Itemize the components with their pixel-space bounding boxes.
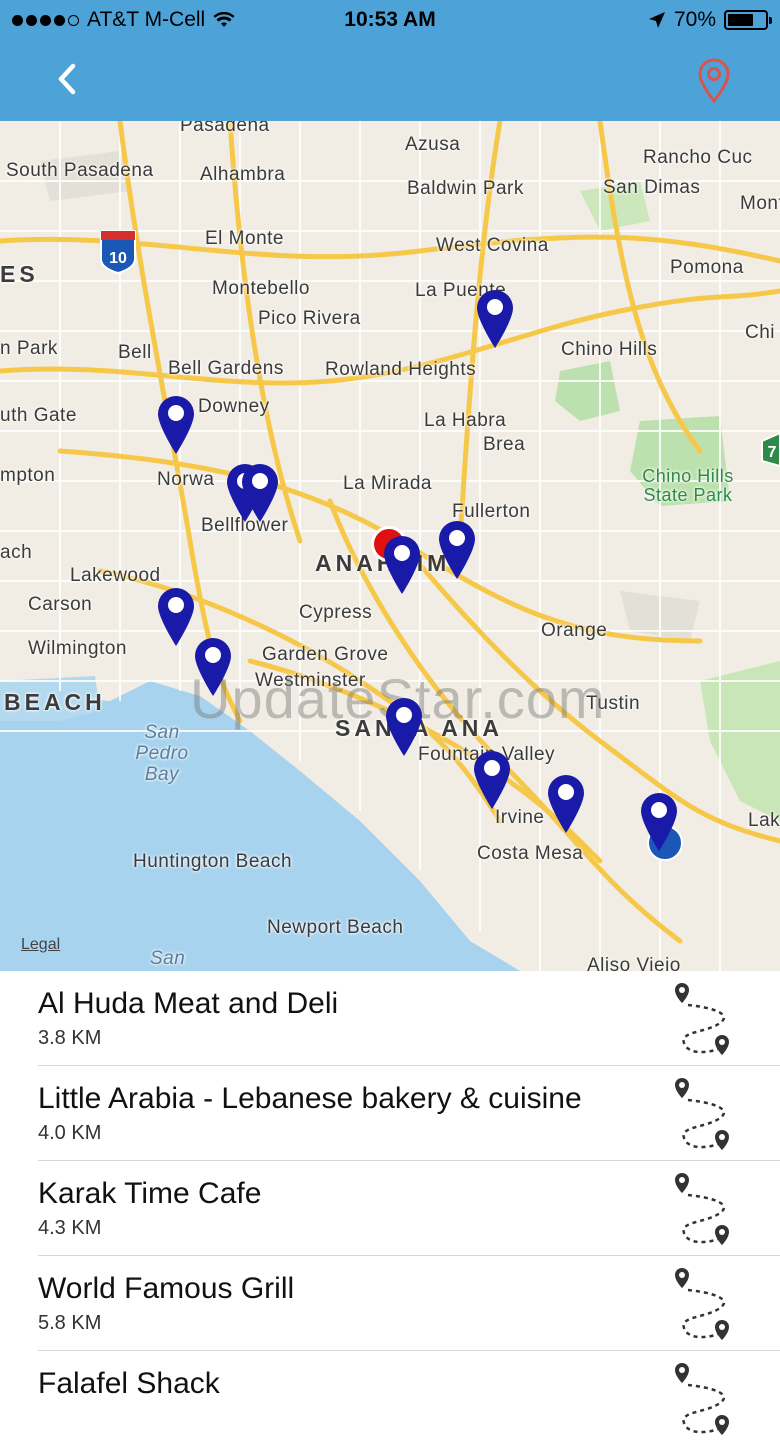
- map-city-label: Brea: [483, 434, 526, 455]
- place-name: Karak Time Cafe: [38, 1177, 262, 1210]
- map-city-label: Newport Beach: [267, 917, 404, 938]
- map-city-label: Garden Grove: [262, 644, 389, 665]
- place-distance: 3.8 KM: [38, 1027, 102, 1049]
- place-name: World Famous Grill: [38, 1272, 295, 1305]
- map-city-label: Lak: [748, 810, 780, 831]
- route-icon[interactable]: [668, 1074, 740, 1154]
- map-city-label: Chino Hills State Park: [642, 466, 734, 505]
- map-city-label: La Habra: [424, 410, 507, 431]
- map-city-label: Aliso Viejo: [587, 955, 681, 971]
- map-city-label: Wilmington: [28, 638, 127, 659]
- map-city-label: n Park: [0, 338, 58, 359]
- place-marker-icon[interactable]: [384, 696, 424, 758]
- location-arrow-icon: [648, 12, 665, 28]
- map-city-label: Rowland Heights: [325, 359, 477, 380]
- map-city-label: La Mirada: [343, 473, 432, 494]
- route-icon[interactable]: [668, 979, 740, 1059]
- place-marker-icon[interactable]: [475, 288, 515, 350]
- map-city-label: BEACH: [4, 689, 106, 715]
- map-pin-outline-icon: [698, 58, 730, 104]
- battery-percent: 70%: [673, 8, 716, 31]
- map-city-label: Montebello: [212, 278, 310, 299]
- place-name: Little Arabia - Lebanese bakery & cuisin…: [38, 1082, 582, 1115]
- map-city-label: ES: [0, 261, 39, 287]
- map-city-label: Orange: [541, 620, 608, 641]
- map-city-label: Costa Mesa: [477, 843, 584, 864]
- place-marker-icon[interactable]: [240, 462, 280, 524]
- map-city-label: Huntington Beach: [133, 851, 293, 872]
- battery-level-fill: [728, 14, 754, 26]
- map-city-label: Bell: [118, 342, 152, 363]
- map-city-label: Baldwin Park: [407, 178, 524, 199]
- map-city-label: Norwa: [157, 469, 215, 490]
- map-city-label: Chino Hills: [561, 339, 658, 360]
- map-city-label: San Pedro Bay: [135, 722, 189, 785]
- place-name: Al Huda Meat and Deli: [38, 987, 339, 1020]
- map-city-label: West Covina: [436, 235, 549, 256]
- place-marker-icon[interactable]: [639, 791, 679, 853]
- map-city-label: Pasadena: [180, 121, 270, 136]
- map-city-label: Chi: [745, 322, 776, 343]
- highway-shield-icon: 7: [761, 431, 780, 468]
- legal-link[interactable]: Legal: [21, 936, 60, 954]
- map-city-label: Downey: [198, 396, 270, 417]
- svg-text:7: 7: [768, 444, 777, 461]
- place-marker-icon[interactable]: [546, 773, 586, 835]
- map-city-label: Bell Gardens: [168, 358, 284, 379]
- map-city-label: Cypress: [299, 602, 373, 623]
- map-city-label: Alhambra: [200, 164, 286, 185]
- map-city-label: San Dimas: [603, 177, 701, 198]
- map-city-label: Lakewood: [70, 565, 161, 586]
- list-item[interactable]: Al Huda Meat and Deli 3.8 KM: [38, 971, 780, 1066]
- map-city-label: mpton: [0, 465, 56, 486]
- map-city-label: Pico Rivera: [258, 308, 361, 329]
- map-pin-outline-button[interactable]: [694, 56, 734, 104]
- list-item[interactable]: Karak Time Cafe 4.3 KM: [38, 1161, 780, 1256]
- route-icon[interactable]: [668, 1359, 740, 1439]
- map-city-label: San: [150, 948, 186, 969]
- map-city-label: South Pasadena: [6, 160, 154, 181]
- place-marker-icon[interactable]: [193, 636, 233, 698]
- navigation-bar: AT&T M-Cell 10:53 AM 70%: [0, 0, 780, 121]
- place-distance: 4.3 KM: [38, 1217, 102, 1239]
- map-city-label: Mont: [740, 193, 780, 214]
- place-marker-icon[interactable]: [437, 519, 477, 581]
- place-distance: 4.0 KM: [38, 1122, 102, 1144]
- map-city-label: Rancho Cuc: [643, 147, 753, 168]
- list-item[interactable]: Falafel Shack: [38, 1351, 780, 1445]
- map-city-label: El Monte: [205, 228, 284, 249]
- highway-shield-icon: 10: [100, 230, 136, 275]
- place-marker-icon[interactable]: [156, 394, 196, 456]
- route-icon[interactable]: [668, 1264, 740, 1344]
- map-city-label: Pomona: [670, 257, 744, 278]
- place-marker-icon[interactable]: [156, 586, 196, 648]
- list-item[interactable]: World Famous Grill 5.8 KM: [38, 1256, 780, 1351]
- status-bar: AT&T M-Cell 10:53 AM 70%: [0, 0, 780, 40]
- map-city-label: ach: [0, 542, 33, 563]
- place-marker-icon[interactable]: [472, 749, 512, 811]
- list-item[interactable]: Little Arabia - Lebanese bakery & cuisin…: [38, 1066, 780, 1161]
- svg-text:10: 10: [109, 250, 127, 267]
- route-icon[interactable]: [668, 1169, 740, 1249]
- map-view[interactable]: 10 7 Pasadena Azusa Rancho Cuc South Pasade…: [0, 121, 780, 971]
- map-city-label: Azusa: [405, 134, 461, 155]
- map-city-label: Carson: [28, 594, 93, 615]
- place-marker-icon[interactable]: [382, 534, 422, 596]
- place-distance: 5.8 KM: [38, 1312, 102, 1334]
- chevron-left-icon: [58, 63, 76, 95]
- place-name: Falafel Shack: [38, 1367, 220, 1400]
- back-button[interactable]: [48, 56, 88, 102]
- battery-icon: [724, 10, 772, 30]
- map-city-label: uth Gate: [0, 405, 77, 426]
- places-list[interactable]: Al Huda Meat and Deli 3.8 KM Little Arab…: [0, 971, 780, 1445]
